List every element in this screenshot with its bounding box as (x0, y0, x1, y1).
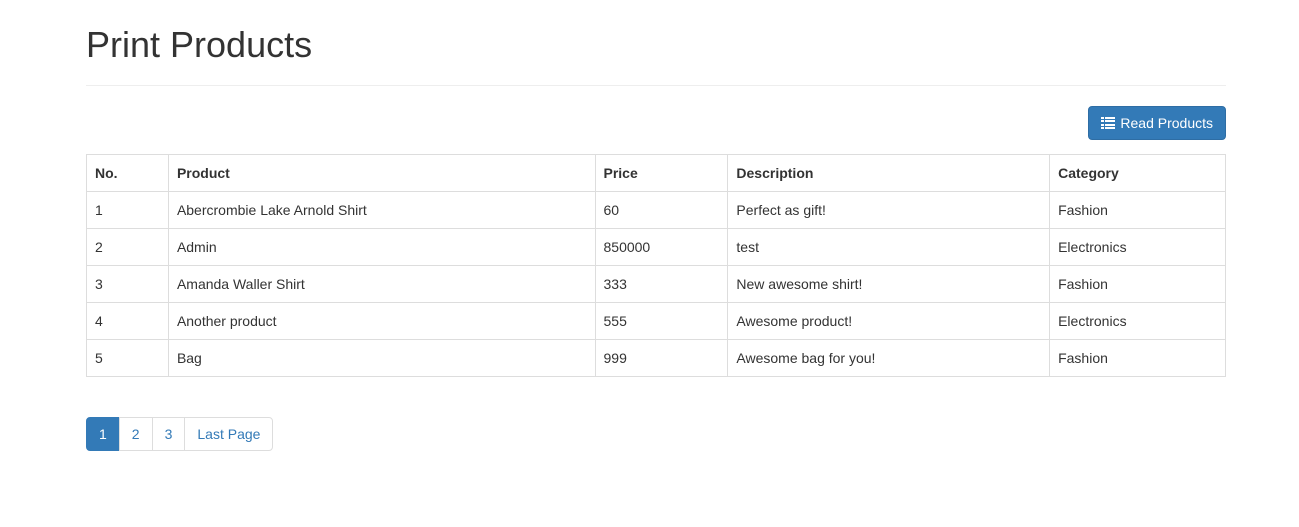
cell-product: Admin (167, 228, 596, 266)
cell-no: 4 (86, 302, 169, 340)
page-title: Print Products (86, 24, 313, 65)
cell-price: 555 (594, 302, 729, 340)
column-header-description: Description (727, 154, 1051, 192)
cell-description: Awesome bag for you! (727, 339, 1051, 377)
table-row: 5 Bag 999 Awesome bag for you! Fashion (86, 339, 1226, 377)
column-header-no: No. (86, 154, 169, 192)
cell-product: Abercrombie Lake Arnold Shirt (167, 191, 596, 229)
pagination: 1 2 3 Last Page (86, 417, 1226, 451)
read-products-button[interactable]: Read Products (1088, 106, 1226, 140)
table-header-row: No. Product Price Description Category (86, 154, 1226, 192)
cell-product: Another product (167, 302, 596, 340)
column-header-price: Price (594, 154, 729, 192)
page-header: Print Products (86, 0, 1226, 86)
table-row: 2 Admin 850000 test Electronics (86, 228, 1226, 266)
table-row: 4 Another product 555 Awesome product! E… (86, 302, 1226, 340)
products-table: No. Product Price Description Category 1… (86, 154, 1226, 377)
cell-category: Fashion (1049, 191, 1226, 229)
cell-no: 5 (86, 339, 169, 377)
cell-description: test (727, 228, 1051, 266)
cell-description: Perfect as gift! (727, 191, 1051, 229)
last-page-link[interactable]: Last Page (184, 417, 274, 451)
list-icon (1101, 117, 1116, 129)
page-link-1[interactable]: 1 (86, 417, 120, 451)
cell-price: 60 (594, 191, 729, 229)
page-link-3[interactable]: 3 (151, 417, 186, 451)
cell-description: Awesome product! (727, 302, 1051, 340)
cell-price: 333 (594, 265, 729, 303)
cell-no: 1 (86, 191, 169, 229)
cell-no: 3 (86, 265, 169, 303)
cell-category: Fashion (1049, 265, 1226, 303)
cell-price: 999 (594, 339, 729, 377)
cell-description: New awesome shirt! (727, 265, 1051, 303)
toolbar: Read Products (86, 86, 1226, 154)
cell-category: Fashion (1049, 339, 1226, 377)
cell-product: Amanda Waller Shirt (167, 265, 596, 303)
page-link-2[interactable]: 2 (118, 417, 153, 451)
table-row: 1 Abercrombie Lake Arnold Shirt 60 Perfe… (86, 191, 1226, 229)
table-row: 3 Amanda Waller Shirt 333 New awesome sh… (86, 265, 1226, 303)
read-products-label: Read Products (1120, 115, 1213, 131)
cell-category: Electronics (1049, 228, 1226, 266)
cell-product: Bag (167, 339, 596, 377)
column-header-category: Category (1049, 154, 1226, 192)
cell-no: 2 (86, 228, 169, 266)
cell-price: 850000 (594, 228, 729, 266)
cell-category: Electronics (1049, 302, 1226, 340)
column-header-product: Product (167, 154, 596, 192)
main-container: Print Products Read Products No. Product… (86, 0, 1226, 451)
